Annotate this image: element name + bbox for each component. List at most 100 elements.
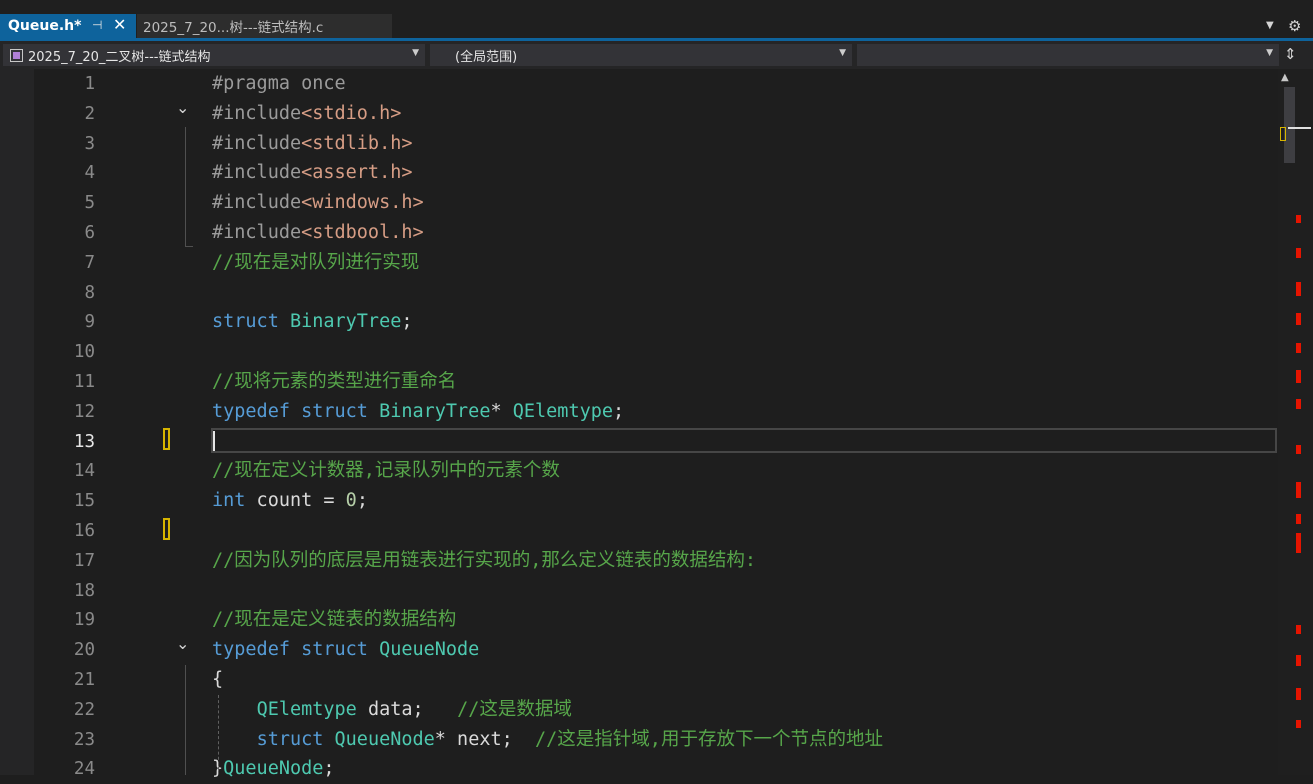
code-line[interactable]: 16 [34,516,1278,546]
code-line[interactable]: 7 //现在是对队列进行实现 [34,248,1278,278]
error-marker [1296,370,1301,383]
vertical-scrollbar[interactable]: ▲ [1278,69,1313,775]
code-text: int count = 0; [212,486,368,516]
tab-queue-h[interactable]: Queue.h* ⊣ ✕ [0,14,136,38]
code-token: //现在是对队列进行实现 [212,251,420,273]
code-line[interactable]: 23 struct QueueNode* next; //这是指针域,用于存放下… [34,725,1278,755]
tab-source-c[interactable]: 2025_7_20...树---链式结构.c [137,14,392,38]
line-number: 12 [73,401,95,422]
code-line[interactable]: 11 //现将元素的类型进行重命名 [34,367,1278,397]
line-number: 19 [73,610,95,631]
tab-label: Queue.h* [8,18,82,34]
code-line[interactable]: 17 //因为队列的底层是用链表进行实现的,那么定义链表的数据结构: [34,546,1278,576]
code-text: typedef struct BinaryTree* QElemtype; [212,397,624,427]
text-caret [213,431,215,451]
code-line[interactable]: 20 ⌄ typedef struct QueueNode [34,634,1278,665]
code-line[interactable]: 22 QElemtype data; //这是数据域 [34,695,1278,725]
error-marker [1296,514,1301,524]
code-line[interactable]: 6 #include<stdbool.h> [34,218,1278,248]
line-number: 11 [73,372,95,392]
tab-label: 2025_7_20...树---链式结构.c [143,20,324,36]
project-icon [10,48,23,62]
pin-icon[interactable]: ⊣ [92,18,102,32]
code-line[interactable]: 8 [34,278,1278,308]
change-marker [163,428,170,450]
code-text: QElemtype data; //这是数据域 [212,695,572,725]
error-marker [1296,399,1301,409]
line-number: 14 [73,461,95,482]
code-token: ; [356,490,368,512]
code-token: struct [256,728,324,750]
code-token: ; [401,311,413,333]
split-window-icon[interactable]: ⇕ [1284,45,1297,63]
code-line[interactable]: 24}QueueNode; [34,754,1278,784]
code-token: * next; [434,728,536,750]
fold-guide [185,127,186,247]
code-line[interactable]: 3 #include<stdlib.h> [34,129,1278,159]
gear-icon[interactable]: ⚙ [1288,17,1301,35]
line-number: 4 [84,163,95,184]
chevron-down-icon: ▼ [1266,48,1273,58]
code-line[interactable]: 9 struct BinaryTree; [34,307,1278,337]
fold-chevron-icon[interactable]: ⌄ [176,629,189,659]
code-token: { [212,669,224,690]
scrollbar-thumb[interactable] [1284,87,1295,163]
line-number: 20 [73,640,95,661]
close-icon[interactable]: ✕ [113,15,126,34]
code-token: //现在是定义链表的数据结构 [212,609,457,631]
line-number: 21 [73,670,95,690]
overview-change-marker [1280,127,1286,141]
code-text: #pragma once [212,69,346,99]
line-number: 17 [73,550,95,571]
code-text: typedef struct QueueNode [212,635,479,665]
line-number: 24 [73,759,95,780]
overview-caret-marker [1288,127,1311,129]
error-marker [1296,720,1301,728]
code-token: #include [212,132,302,154]
document-tab-strip: Queue.h* ⊣ ✕ 2025_7_20...树---链式结构.c ▼ ⚙ [0,0,1313,41]
code-token: <stdio.h> [301,102,402,124]
code-line[interactable]: 1 #pragma once [34,69,1278,99]
code-token: struct [212,311,279,333]
member-dropdown[interactable]: ▼ [857,44,1279,66]
code-line[interactable]: 19 //现在是定义链表的数据结构 [34,605,1278,635]
code-text: //现将元素的类型进行重命名 [212,367,456,397]
line-number: 15 [73,491,95,512]
code-editor[interactable]: 1 #pragma once 2 ⌄ #include<stdio.h> 3 #includ… [0,69,1313,779]
line-number: 9 [84,312,95,333]
code-line[interactable]: 10 [34,337,1278,367]
line-number: 6 [84,223,95,243]
error-marker [1296,313,1301,325]
dropdown-icon[interactable]: ▼ [1266,20,1274,31]
error-marker [1296,215,1301,223]
error-marker [1296,343,1301,353]
code-text: #include<windows.h> [212,188,424,218]
error-marker [1296,533,1301,553]
code-line[interactable]: 18 [34,576,1278,606]
code-text: //现在是对队列进行实现 [212,248,419,278]
project-dropdown[interactable]: 2025_7_20_二叉树---链式结构 ▼ [3,44,425,66]
code-token: BinaryTree [289,311,402,333]
code-token: struct [301,400,368,422]
code-text: //现在定义计数器,记录队列中的元素个数 [212,456,560,486]
scope-dropdown[interactable]: (全局范围) ▼ [430,44,852,66]
code-line[interactable]: 15 int count = 0; [34,486,1278,516]
code-text: struct QueueNode* next; //这是指针域,用于存放下一个节… [212,725,883,755]
code-line[interactable]: 5 #include<windows.h> [34,188,1278,218]
fold-guide-end [185,246,193,247]
code-line[interactable]: 14 //现在定义计数器,记录队列中的元素个数 [34,456,1278,486]
fold-chevron-icon[interactable]: ⌄ [176,93,189,123]
code-token: QueueNode [223,758,324,780]
line-number: 8 [84,282,95,303]
error-marker [1296,445,1301,454]
code-line[interactable]: 12 typedef struct BinaryTree* QElemtype; [34,397,1278,427]
scroll-up-icon[interactable]: ▲ [1281,72,1289,83]
error-marker [1296,248,1301,258]
line-number: 18 [73,580,95,601]
code-token: #include [212,102,302,124]
code-token: QElemtype [512,400,613,422]
code-line[interactable]: 2 ⌄ #include<stdio.h> [34,98,1278,129]
code-line[interactable]: 4 #include<assert.h> [34,158,1278,188]
fold-guide [185,665,186,775]
code-line[interactable]: 21 { [34,665,1278,695]
